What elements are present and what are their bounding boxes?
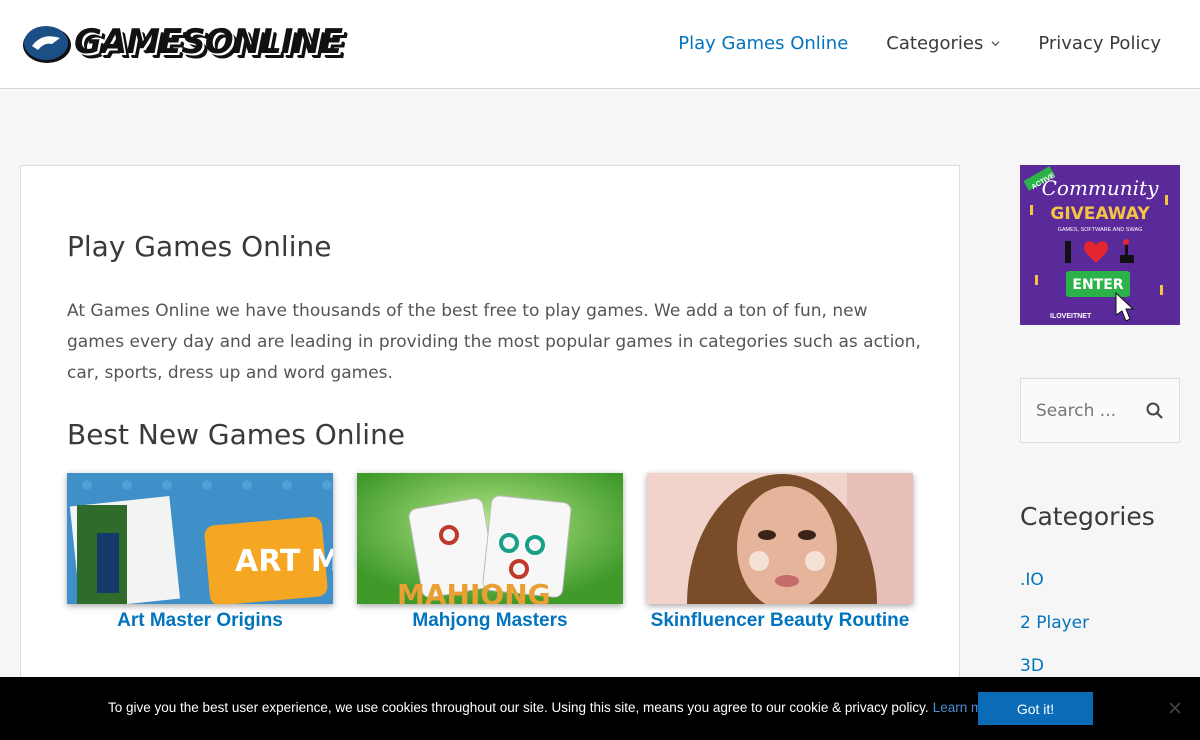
ad-title: Community [1042, 176, 1159, 200]
ad-enter-label: ENTER [1072, 277, 1123, 293]
skinfluencer-thumb-image [647, 473, 913, 604]
mahjong-thumb-image: MAHJONG [357, 473, 623, 604]
category-link[interactable]: 2 Player [1020, 613, 1089, 633]
page-title: Play Games Online [67, 230, 332, 263]
close-icon[interactable] [1168, 701, 1182, 715]
game-thumbnail-skinfluencer[interactable] [647, 473, 913, 604]
game-card: MAHJONG Mahjong Masters [357, 473, 623, 632]
search-form [1020, 378, 1180, 443]
nav-play-games-online[interactable]: Play Games Online [678, 33, 848, 54]
logo-text: GAMESONLINE [74, 22, 343, 62]
main-content: Play Games Online At Games Online we hav… [20, 165, 960, 740]
chevron-down-icon [991, 41, 1000, 47]
games-grid: ART MASTERS Art Master Origins MAHJONG [67, 473, 917, 632]
nav-categories-label: Categories [886, 33, 984, 54]
nav-categories[interactable]: Categories [886, 33, 1000, 54]
site-header: GAMESONLINE Play Games Online Categories… [0, 0, 1200, 89]
search-input[interactable] [1021, 379, 1141, 442]
game-thumbnail-art-master[interactable]: ART MASTERS [67, 473, 333, 604]
main-nav: Play Games Online Categories Privacy Pol… [678, 33, 1161, 54]
site-logo[interactable]: GAMESONLINE [22, 20, 362, 70]
mahjong-thumb-title: MAHJONG [397, 578, 551, 604]
list-item: .IO [1020, 570, 1089, 613]
sidebar-categories-title: Categories [1020, 502, 1155, 531]
category-link[interactable]: .IO [1020, 570, 1044, 590]
category-link[interactable]: 3D [1020, 656, 1044, 676]
game-thumbnail-mahjong[interactable]: MAHJONG [357, 473, 623, 604]
game-title-link[interactable]: Mahjong Masters [357, 610, 623, 632]
list-item: 2 Player [1020, 613, 1089, 656]
ad-subtitle: GIVEAWAY [1050, 204, 1150, 224]
game-title-link[interactable]: Art Master Origins [67, 610, 333, 632]
ad-brand: ILOVEITNET [1050, 313, 1092, 320]
got-it-button[interactable]: Got it! [978, 692, 1093, 725]
art-master-thumb-image: ART MASTERS [67, 473, 333, 604]
ad-tagline: GAMES, SOFTWARE AND SWAG [1058, 227, 1143, 233]
search-icon[interactable] [1145, 401, 1165, 421]
nav-privacy-policy[interactable]: Privacy Policy [1038, 33, 1161, 54]
art-masters-thumb-title: ART MASTERS [235, 544, 333, 579]
section-title: Best New Games Online [67, 418, 406, 451]
logo-mark-icon [23, 26, 71, 63]
cookie-text: To give you the best user experience, we… [108, 700, 929, 715]
game-card: Skinfluencer Beauty Routine [647, 473, 913, 632]
game-card: ART MASTERS Art Master Origins [67, 473, 333, 632]
game-title-link[interactable]: Skinfluencer Beauty Routine [647, 610, 913, 632]
giveaway-ad-banner[interactable]: ACTIVE Community GIVEAWAY GAMES, SOFTWAR… [1020, 165, 1180, 325]
cookie-banner: To give you the best user experience, we… [0, 677, 1200, 740]
cookie-message: To give you the best user experience, we… [108, 700, 1002, 715]
giveaway-ad-image: ACTIVE Community GIVEAWAY GAMES, SOFTWAR… [1020, 165, 1180, 325]
intro-text: At Games Online we have thousands of the… [67, 301, 921, 383]
